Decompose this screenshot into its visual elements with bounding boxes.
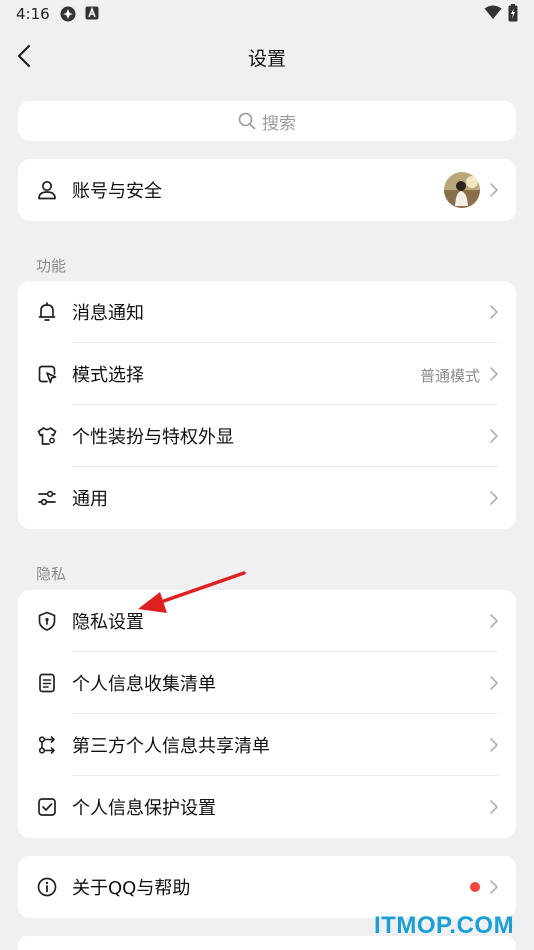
checkbox-icon bbox=[38, 798, 56, 816]
about-help-item[interactable]: 关于QQ与帮助 bbox=[18, 856, 516, 918]
user-icon bbox=[38, 180, 56, 200]
bell-icon bbox=[38, 302, 56, 321]
chevron-right-icon bbox=[490, 429, 498, 443]
chevron-right-icon bbox=[490, 491, 498, 505]
info-protection-settings-item[interactable]: 个人信息保护设置 bbox=[18, 776, 516, 838]
tshirt-icon bbox=[37, 427, 57, 445]
status-time: 4:16 bbox=[16, 5, 50, 23]
notification-dot bbox=[470, 882, 480, 892]
info-collection-list-item[interactable]: 个人信息收集清单 bbox=[18, 652, 516, 714]
status-bar: 4:16 bbox=[0, 0, 534, 28]
item-label: 模式选择 bbox=[72, 365, 144, 386]
item-label: 个人信息保护设置 bbox=[72, 798, 216, 819]
chevron-right-icon bbox=[490, 800, 498, 814]
battery-icon bbox=[508, 4, 518, 22]
item-label: 个人信息收集清单 bbox=[72, 674, 216, 695]
mode-cursor-icon bbox=[38, 365, 57, 384]
chevron-right-icon bbox=[490, 305, 498, 319]
chevron-right-icon bbox=[490, 183, 498, 197]
mode-value: 普通模式 bbox=[419, 367, 480, 385]
item-label: 第三方个人信息共享清单 bbox=[72, 736, 270, 757]
third-party-sharing-list-item[interactable]: 第三方个人信息共享清单 bbox=[18, 714, 516, 776]
chevron-right-icon bbox=[490, 880, 498, 894]
item-label: 消息通知 bbox=[72, 303, 144, 324]
item-label: 关于QQ与帮助 bbox=[72, 878, 191, 899]
wifi-icon bbox=[484, 5, 502, 19]
chevron-right-icon bbox=[490, 367, 498, 381]
message-notification-item[interactable]: 消息通知 bbox=[18, 281, 516, 343]
avatar bbox=[444, 172, 480, 208]
nav-bar: 设置 bbox=[0, 30, 534, 82]
search-placeholder: 搜索 bbox=[262, 113, 296, 134]
account-card: 账号与安全 bbox=[18, 159, 516, 221]
share-flow-icon bbox=[38, 736, 55, 754]
app-notification-icon bbox=[60, 6, 76, 22]
search-icon bbox=[238, 112, 256, 130]
account-security-label: 账号与安全 bbox=[72, 181, 162, 202]
item-label: 个性装扮与特权外显 bbox=[72, 427, 234, 448]
info-icon bbox=[37, 877, 57, 897]
watermark-logo: ITMOP.COM bbox=[374, 912, 515, 939]
sliders-icon bbox=[38, 490, 56, 506]
personalization-item[interactable]: 个性装扮与特权外显 bbox=[18, 405, 516, 467]
a-notification-icon bbox=[85, 6, 99, 20]
chevron-right-icon bbox=[490, 676, 498, 690]
section-title-features: 功能 bbox=[36, 257, 67, 275]
general-item[interactable]: 通用 bbox=[18, 467, 516, 529]
shield-icon bbox=[38, 611, 56, 631]
page-title: 设置 bbox=[247, 48, 286, 70]
mode-select-item[interactable]: 模式选择 普通模式 bbox=[18, 343, 516, 405]
item-label: 隐私设置 bbox=[72, 612, 144, 633]
section-title-privacy: 隐私 bbox=[36, 565, 67, 583]
chevron-right-icon bbox=[490, 614, 498, 628]
item-label: 通用 bbox=[72, 489, 108, 510]
privacy-card: 隐私设置 个人信息收集清单 第三方个人信息共享清单 个人信息保护设置 bbox=[18, 590, 516, 838]
document-list-icon bbox=[39, 673, 55, 693]
privacy-settings-item[interactable]: 隐私设置 bbox=[18, 590, 516, 652]
account-security-item[interactable]: 账号与安全 bbox=[18, 159, 516, 221]
search-input[interactable]: 搜索 bbox=[18, 101, 516, 141]
features-card: 消息通知 模式选择 普通模式 个性装扮与特权外显 通用 bbox=[18, 281, 516, 529]
about-card: 关于QQ与帮助 bbox=[18, 856, 516, 918]
chevron-right-icon bbox=[490, 738, 498, 752]
